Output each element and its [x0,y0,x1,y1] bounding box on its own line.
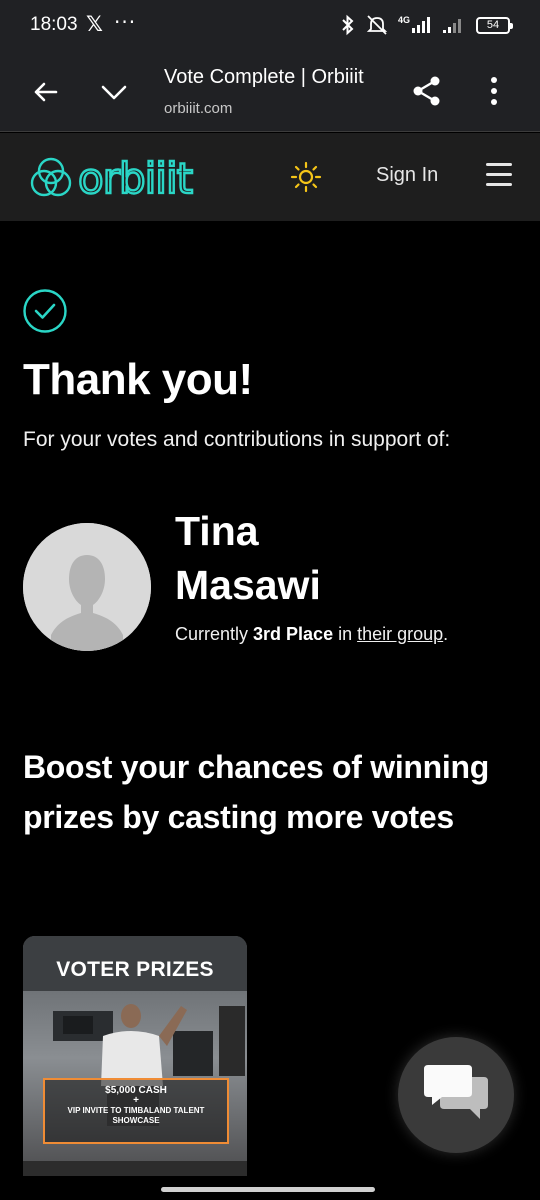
signal-icon-2 [443,19,461,33]
share-icon[interactable] [410,74,444,108]
logo-wordmark: orbiiit [78,154,193,201]
candidate-first-name: Tina [175,508,259,554]
bluetooth-icon [342,14,354,36]
sun-icon[interactable] [290,161,322,193]
status-time: 18:03 [30,14,78,35]
mute-icon [366,15,388,35]
page-title: Vote Complete | Orbiiit [164,66,364,88]
sign-in-link[interactable]: Sign In [376,164,438,187]
network-type-label: 4G [398,15,410,25]
prize-plus: + [133,1095,139,1106]
hamburger-menu-icon[interactable] [486,163,514,187]
candidate-last-name: Masawi [175,562,321,608]
more-vert-icon[interactable] [480,74,508,108]
prize-vip: VIP INVITE TO TIMBALAND TALENT SHOWCASE [67,1106,205,1125]
avatar[interactable] [23,523,151,651]
more-notifications-icon: ··· [114,10,137,34]
chat-button[interactable] [398,1037,514,1153]
prize-details-box: $5,000 CASH + VIP INVITE TO TIMBALAND TA… [43,1078,229,1144]
back-arrow-icon[interactable] [30,76,62,108]
status-icons: 4G 54 [340,14,513,36]
status-prefix: Currently [175,624,254,644]
signal-icon: 4G [398,15,430,33]
candidate-place: 3rd Place [253,624,334,644]
status-suffix: . [443,624,449,644]
thank-you-subtitle: For your votes and contributions in supp… [23,428,451,451]
their-group-link[interactable]: their group [357,624,443,644]
home-gesture-bar[interactable] [161,1187,375,1192]
orbiiit-logo[interactable]: orbiiit [28,153,200,201]
page-url[interactable]: orbiiit.com [164,100,232,117]
boost-headline: Boost your chances of winning prizes by … [23,749,490,835]
status-bar: 18:03 𝕏 ··· 4G 54 [0,0,540,52]
battery-icon: 54 [476,16,513,34]
chat-bubbles-icon [424,1065,488,1119]
browser-toolbar: Vote Complete | Orbiiit orbiiit.com [0,52,540,132]
prize-card-title: VOTER PRIZES [56,958,214,981]
x-app-icon: 𝕏 [86,12,103,36]
chevron-down-icon[interactable] [98,76,130,108]
check-circle-icon [23,289,67,333]
status-mid: in [333,624,358,644]
home-indicator [0,1176,540,1200]
voter-prizes-card[interactable]: VOTER PRIZES $5,000 CASH + VIP INVITE TO… [23,936,247,1180]
candidate-status: Currently 3rd Place in their group. [175,624,448,645]
site-header: orbiiit Sign In [0,133,540,221]
default-person-icon [23,523,151,651]
thank-you-heading: Thank you! [23,355,253,404]
